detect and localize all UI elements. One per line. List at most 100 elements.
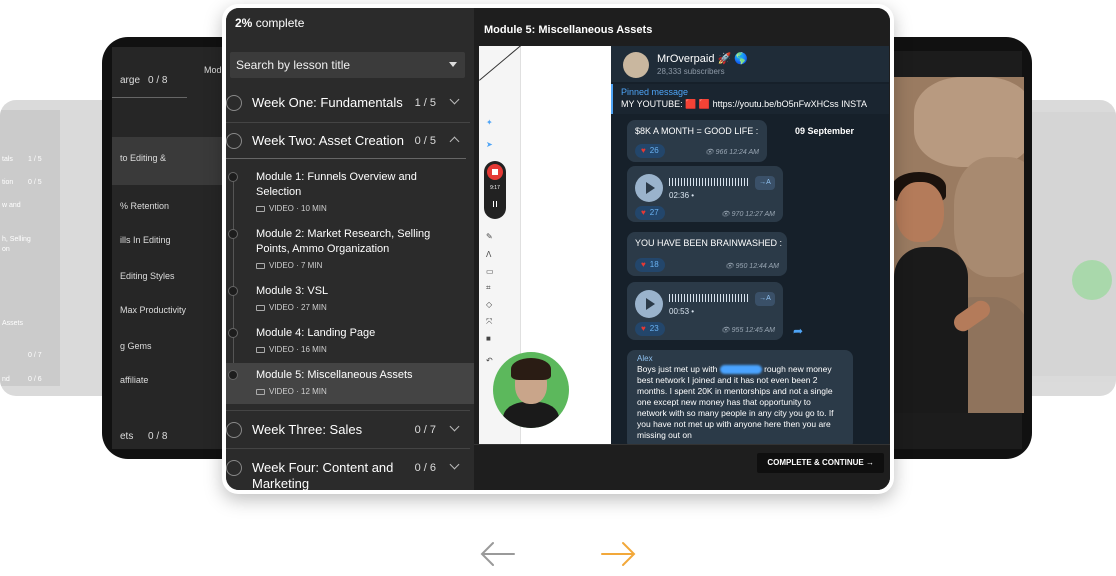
waveform [669, 294, 749, 302]
view-count: 950 [735, 263, 748, 270]
lesson-item-module-2[interactable]: Module 2: Market Research, Selling Point… [226, 223, 474, 277]
connect-icon[interactable]: ⤧ [486, 317, 492, 327]
date-badge: 09 September [795, 126, 855, 136]
chevron-down-icon[interactable] [449, 459, 460, 470]
voice-message[interactable]: 02:36 • →A ♥ 27 👁 970 12:27 AM [627, 166, 783, 222]
video-player[interactable]: ✦ ➤ 9:17 ✎ Λ ▭ ⌗ ◇ ⤧ ■ ↶ MrOverpaid 🚀 🌎 … [479, 46, 889, 446]
stop-record-icon[interactable] [487, 164, 503, 180]
lesson-status-dot [228, 328, 238, 338]
pinned-label: Pinned message [621, 87, 689, 97]
reaction-pill: ♥ 23 [635, 322, 665, 336]
lesson-status-dot [228, 370, 238, 380]
rock-texture [954, 157, 1024, 277]
channel-name: MrOverpaid 🚀 🌎 [657, 53, 748, 65]
week-title: Week Four: Content and Marketing [252, 460, 394, 490]
lesson-item-module-5[interactable]: Module 5: Miscellaneous Assets VIDEO · 1… [226, 363, 474, 404]
week-count: 1 / 5 [414, 97, 436, 109]
carousel-next-arrow-icon[interactable] [600, 540, 636, 568]
lesson-item-module-3[interactable]: Module 3: VSL VIDEO · 27 MIN [226, 280, 474, 320]
forward-icon[interactable]: ➦ [793, 324, 803, 338]
lesson-content: Module 5: Miscellaneous Assets ✦ ➤ 9:17 … [474, 8, 890, 490]
voice-duration: 00:53 • [669, 307, 695, 316]
undo-icon[interactable]: ↶ [486, 356, 493, 365]
lesson-footer: COMPLETE & CONTINUE → [474, 444, 890, 490]
ghost-row: tals [2, 156, 13, 163]
lesson-meta-text: VIDEO · 12 MIN [269, 387, 327, 396]
ghost-row: 0 / 6 [28, 376, 42, 383]
ghost-webcam [1072, 260, 1112, 300]
screen-recorder[interactable]: 9:17 [484, 161, 506, 219]
complete-and-continue-button[interactable]: COMPLETE & CONTINUE → [757, 453, 884, 473]
chevron-down-icon[interactable] [449, 94, 460, 105]
pinned-message: Pinned message MY YOUTUBE: 🟥 🟥 https://y… [611, 84, 889, 114]
lesson-title: Module 2: Market Research, Selling Point… [256, 228, 431, 255]
lesson-title: Module 3: VSL [256, 285, 329, 297]
rock-texture [914, 77, 1024, 167]
reaction-pill: ♥ 27 [635, 206, 665, 220]
eye-icon: 👁 [720, 211, 730, 218]
voice-message[interactable]: 00:53 • →A ♥ 23 👁 955 12:45 AM [627, 282, 783, 340]
lesson-title: Module 4: Landing Page [256, 327, 376, 339]
progress-circle-icon [226, 95, 242, 111]
week-section-one[interactable]: Week One: Fundamentals 1 / 5 [226, 87, 470, 125]
week-section-two[interactable]: Week Two: Asset Creation 0 / 5 [226, 122, 470, 159]
marker-icon[interactable]: Λ [486, 250, 491, 259]
transcribe-icon[interactable]: →A [755, 292, 775, 306]
lesson-search-input[interactable]: Search by lesson title [230, 52, 465, 78]
chevron-down-icon[interactable] [449, 421, 460, 432]
message-meta: 👁 955 12:45 AM [721, 326, 775, 334]
week-section-three[interactable]: Week Three: Sales 0 / 7 [226, 410, 470, 448]
webcam-bubble [493, 352, 569, 428]
lesson-meta: VIDEO · 16 MIN [256, 345, 327, 354]
carousel-prev-arrow-icon[interactable] [480, 540, 516, 568]
mid-row: to Editing & [120, 153, 167, 163]
sparkle-icon[interactable]: ✦ [486, 118, 493, 127]
message-meta: 👁 966 12:24 AM [705, 148, 759, 156]
chevron-up-icon[interactable] [449, 136, 460, 147]
frame-icon[interactable]: ⌗ [486, 283, 491, 293]
lesson-status-dot [228, 286, 238, 296]
cursor-icon[interactable]: ➤ [486, 140, 493, 149]
lesson-meta-text: VIDEO · 7 MIN [269, 261, 323, 270]
lesson-meta-text: VIDEO · 10 MIN [269, 204, 327, 213]
video-icon [256, 346, 265, 353]
week-title: Week Two: Asset Creation [252, 133, 404, 148]
lesson-item-module-4[interactable]: Module 4: Landing Page VIDEO · 16 MIN [226, 322, 474, 362]
message-time: 12:24 AM [729, 149, 759, 156]
ghost-row: 0 / 7 [28, 352, 42, 359]
comment-icon[interactable]: ▭ [486, 267, 494, 276]
progress-percent: 2% [235, 16, 253, 30]
message-text: YOU HAVE BEEN BRAINWASHED : [635, 238, 783, 248]
message-bubble: YOU HAVE BEEN BRAINWASHED : ♥ 18 👁 950 12… [627, 232, 787, 276]
lesson-item-module-1[interactable]: Module 1: Funnels Overview and Selection… [226, 166, 474, 220]
week-count: 0 / 6 [414, 462, 436, 474]
week-section-four[interactable]: Week Four: Content and Marketing 0 / 6 [226, 448, 470, 490]
chevron-down-icon[interactable] [449, 62, 457, 67]
message-text-part: Boys just met up with [637, 364, 718, 374]
channel-subscribers: 28,333 subscribers [657, 67, 725, 76]
eye-icon: 👁 [704, 149, 714, 156]
heart-icon: ♥ [641, 146, 646, 155]
video-icon [256, 304, 265, 311]
ghost-row: nd [2, 376, 10, 383]
add-icon[interactable]: ■ [486, 334, 491, 343]
shapes-icon[interactable]: ◇ [486, 300, 492, 309]
play-icon[interactable] [635, 290, 663, 318]
reaction-pill: ♥ 26 [635, 144, 665, 158]
ghost-row: 1 / 5 [28, 156, 42, 163]
lesson-meta: VIDEO · 10 MIN [256, 204, 327, 213]
transcribe-icon[interactable]: →A [755, 176, 775, 190]
message-bubble: $8K A MONTH = GOOD LIFE : ♥ 26 👁 966 12:2… [627, 120, 767, 162]
person-head [896, 182, 944, 242]
pen-icon[interactable]: ✎ [486, 232, 493, 241]
message-meta: 👁 950 12:44 AM [725, 262, 779, 270]
week-title: Week Three: Sales [252, 422, 363, 437]
person-body [894, 247, 968, 413]
progress-circle-icon [226, 422, 242, 438]
sender-name: Alex [637, 354, 653, 363]
pause-icon[interactable] [493, 201, 497, 207]
ghost-row: w and [2, 202, 21, 209]
play-icon[interactable] [635, 174, 663, 202]
course-sidebar: 2% complete Search by lesson title Week … [226, 8, 474, 490]
main-course-card: 2% complete Search by lesson title Week … [222, 4, 894, 494]
